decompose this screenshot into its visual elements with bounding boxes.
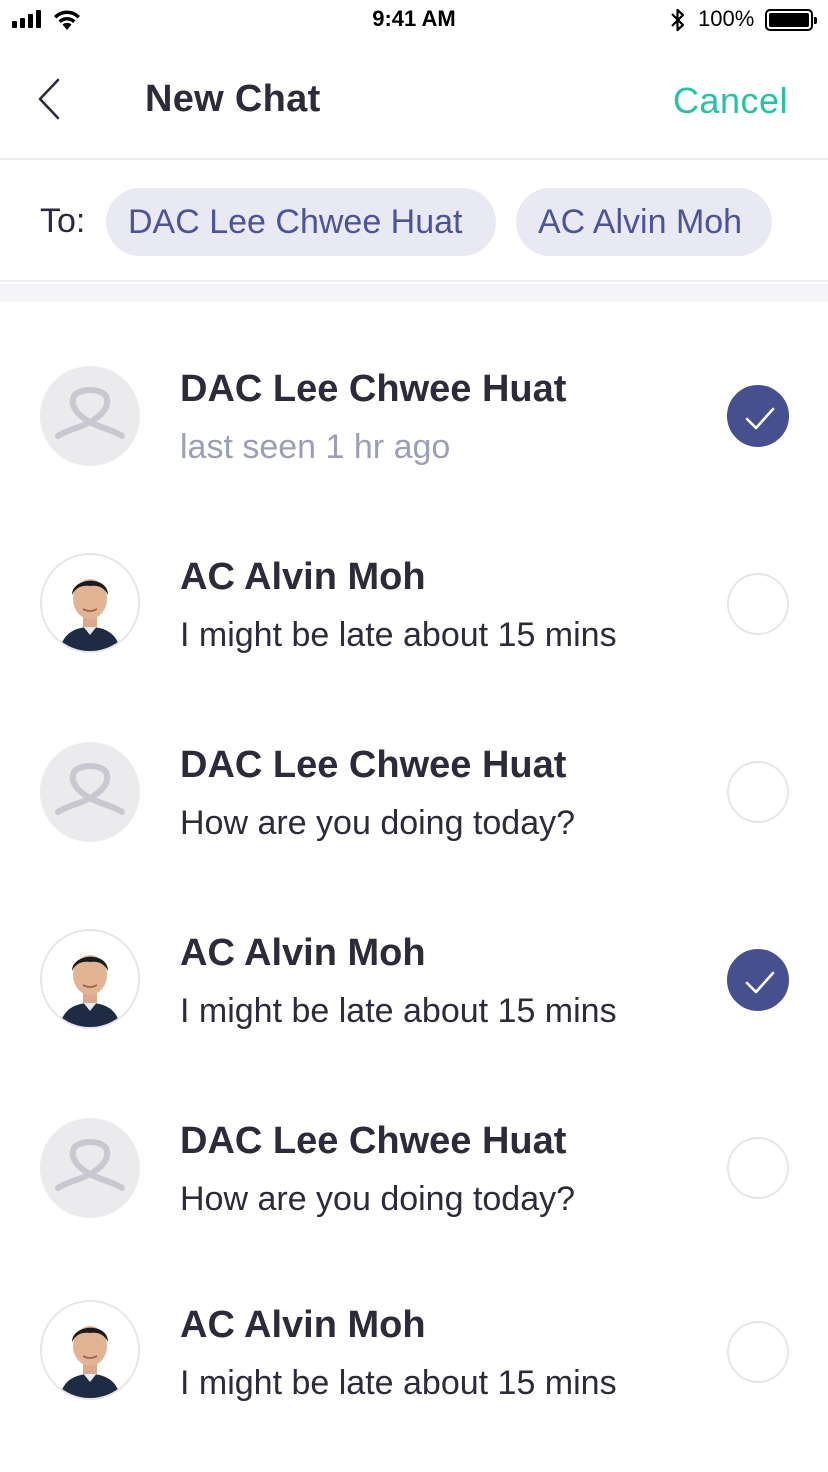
status-bar: 9:41 AM 100% bbox=[0, 0, 828, 40]
avatar bbox=[40, 929, 140, 1029]
contact-name: AC Alvin Moh bbox=[180, 1304, 426, 1346]
section-divider bbox=[0, 284, 828, 302]
contact-row[interactable]: AC Alvin Moh I might be late about 15 mi… bbox=[0, 866, 828, 1054]
selection-checkbox[interactable] bbox=[727, 761, 789, 823]
back-button[interactable] bbox=[30, 78, 70, 122]
bluetooth-icon bbox=[671, 8, 685, 32]
selection-checkbox[interactable] bbox=[727, 1137, 789, 1199]
contact-last-message: How are you doing today? bbox=[180, 1180, 576, 1218]
contact-name: DAC Lee Chwee Huat bbox=[180, 368, 567, 410]
avatar bbox=[40, 742, 140, 842]
chevron-left-icon bbox=[38, 78, 60, 120]
contact-row[interactable]: DAC Lee Chwee Huat How are you doing tod… bbox=[0, 678, 828, 866]
battery-icon bbox=[765, 9, 817, 31]
selection-checkbox[interactable] bbox=[727, 1321, 789, 1383]
contact-last-message: I might be late about 15 mins bbox=[180, 616, 617, 654]
organization-logo-icon bbox=[55, 763, 125, 815]
contact-row[interactable]: DAC Lee Chwee Huat last seen 1 hr ago bbox=[0, 302, 828, 490]
avatar bbox=[40, 553, 140, 653]
avatar bbox=[40, 1300, 140, 1400]
battery-percentage: 100% bbox=[698, 6, 755, 31]
to-label: To: bbox=[40, 202, 86, 240]
contact-row[interactable]: DAC Lee Chwee Huat How are you doing tod… bbox=[0, 1054, 828, 1242]
contact-name: DAC Lee Chwee Huat bbox=[180, 744, 567, 786]
navigation-bar: New Chat Cancel bbox=[0, 40, 828, 160]
organization-logo-icon bbox=[55, 1139, 125, 1191]
recipient-chip[interactable]: AC Alvin Moh bbox=[516, 188, 772, 256]
user-photo-icon bbox=[42, 555, 138, 651]
contact-last-message: I might be late about 15 mins bbox=[180, 992, 617, 1030]
recipients-row: To: DAC Lee Chwee Huat AC Alvin Moh bbox=[0, 162, 828, 282]
avatar bbox=[40, 366, 140, 466]
cancel-button[interactable]: Cancel bbox=[673, 80, 788, 122]
selection-checkbox[interactable] bbox=[727, 385, 789, 447]
checkmark-icon bbox=[745, 407, 775, 430]
contact-name: AC Alvin Moh bbox=[180, 932, 426, 974]
user-photo-icon bbox=[42, 931, 138, 1027]
checkmark-icon bbox=[745, 971, 775, 994]
selection-checkbox[interactable] bbox=[727, 949, 789, 1011]
organization-logo-icon bbox=[55, 387, 125, 439]
avatar bbox=[40, 1118, 140, 1218]
contact-last-message: I might be late about 15 mins bbox=[180, 1364, 617, 1402]
recipient-chip[interactable]: DAC Lee Chwee Huat bbox=[106, 188, 496, 256]
contact-name: AC Alvin Moh bbox=[180, 556, 426, 598]
contact-row[interactable]: AC Alvin Moh I might be late about 15 mi… bbox=[0, 1242, 828, 1430]
contact-row[interactable]: AC Alvin Moh I might be late about 15 mi… bbox=[0, 490, 828, 678]
contact-status: last seen 1 hr ago bbox=[180, 428, 451, 466]
contact-last-message: How are you doing today? bbox=[180, 804, 576, 842]
selection-checkbox[interactable] bbox=[727, 573, 789, 635]
user-photo-icon bbox=[42, 1302, 138, 1398]
contact-name: DAC Lee Chwee Huat bbox=[180, 1120, 567, 1162]
page-title: New Chat bbox=[145, 78, 321, 120]
